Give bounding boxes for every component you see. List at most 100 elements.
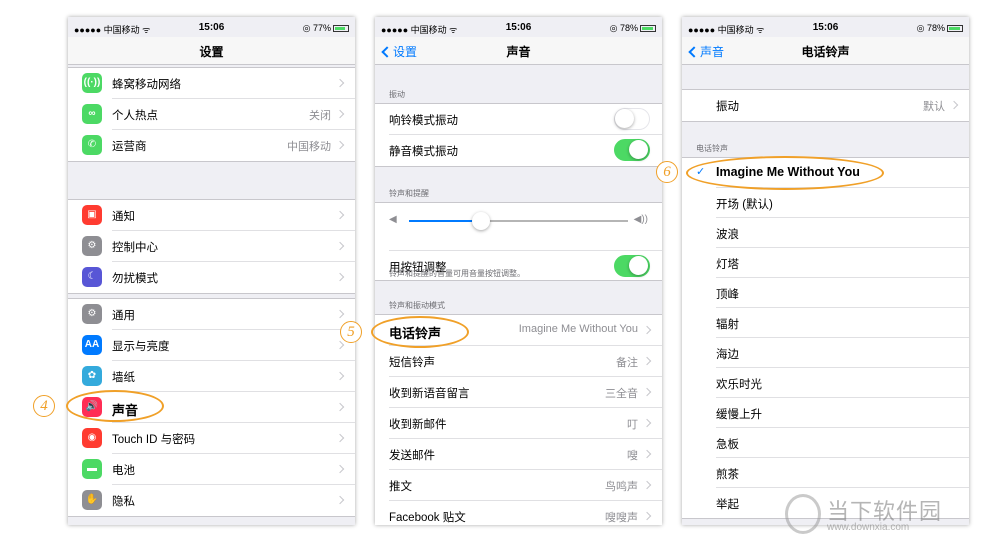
ringtone-item[interactable]: 辐射 xyxy=(716,308,969,338)
ringtone-item[interactable]: 波浪 xyxy=(716,218,969,248)
slider-track xyxy=(409,212,628,230)
antenna-icon: ((·)) xyxy=(82,73,102,93)
speaker-high-icon: ◀)) xyxy=(633,214,648,225)
vibrate-toggle-row[interactable]: 响铃模式振动 xyxy=(389,104,662,135)
row-label: Facebook 贴文 xyxy=(389,512,466,524)
ringtone-label: 顶峰 xyxy=(716,289,739,301)
settings-item[interactable]: ✿ 墙纸 xyxy=(82,361,355,392)
chevron-right-icon xyxy=(335,433,345,443)
sound-pattern-row[interactable]: 短信铃声 备注 xyxy=(389,346,662,377)
notification-icon: ▣ xyxy=(82,205,102,225)
ringtone-item[interactable]: 缓慢上升 xyxy=(716,398,969,428)
row-label: 勿扰模式 xyxy=(112,273,158,285)
sound-pattern-row[interactable]: 收到新邮件 叮 xyxy=(389,408,662,439)
chevron-right-icon xyxy=(335,495,345,505)
row-label: 墙纸 xyxy=(112,372,135,384)
battery-icon xyxy=(333,25,349,32)
status-bar: ●●●●● 中国移动 ᯤ 15:06 ◎ 78% xyxy=(682,17,969,37)
settings-item[interactable]: ☾ 勿扰模式 xyxy=(82,262,355,293)
settings-group-notifications: ▣ 通知 ⚙ 控制中心 ☾ 勿扰模式 xyxy=(68,199,355,294)
chevron-right-icon xyxy=(335,109,345,119)
chevron-right-icon xyxy=(335,464,345,474)
chevron-right-icon xyxy=(642,325,652,335)
toggle-switch[interactable] xyxy=(614,139,650,161)
sounds-screen: ●●●●● 中国移动 ᯤ 15:06 ◎ 78% 设置 声音 振动 响铃模式振动… xyxy=(375,17,662,525)
row-label: 隐私 xyxy=(112,496,135,508)
row-label: 控制中心 xyxy=(112,242,158,254)
page-title: 设置 xyxy=(199,45,224,59)
chevron-right-icon xyxy=(642,449,652,459)
row-label: 响铃模式振动 xyxy=(389,115,458,127)
chevron-right-icon xyxy=(335,241,345,251)
step-marker-6: 6 xyxy=(656,161,678,183)
ringtone-item[interactable]: 海边 xyxy=(716,338,969,368)
ringtone-label: 海边 xyxy=(716,349,739,361)
settings-screen: ●●●●● 中国移动 ᯤ 15:06 ◎ 77% 设置 ((·)) 蜂窝移动网络 ∞… xyxy=(68,17,355,525)
settings-item[interactable]: ▣ 通知 xyxy=(82,200,355,231)
ringtone-list: ✓ Imagine Me Without You 开场 (默认) 波浪 灯塔 顶峰 辐射 海边… xyxy=(682,157,969,519)
chevron-right-icon xyxy=(642,356,652,366)
section-header-vibrate: 振动 xyxy=(389,90,405,99)
vibrate-toggle-row[interactable]: 静音模式振动 xyxy=(389,135,662,166)
chevron-right-icon xyxy=(335,309,345,319)
volume-footnote: 铃声和提醒的音量可用音量按钮调整。 xyxy=(389,269,525,278)
settings-item[interactable]: ∞ 个人热点 关闭 xyxy=(82,99,355,130)
row-value: 备注 xyxy=(616,357,638,369)
row-value: 默认 xyxy=(923,101,945,113)
hand-icon: ✋ xyxy=(82,490,102,510)
battery-icon xyxy=(640,25,656,32)
row-value: 鸟鸣声 xyxy=(605,481,638,493)
row-value: 嗖嗖声 xyxy=(605,512,638,524)
ringtone-item[interactable]: 煎茶 xyxy=(716,458,969,488)
ringtone-item[interactable]: 顶峰 xyxy=(716,278,969,308)
battery-icon: ▬ xyxy=(82,459,102,479)
sound-pattern-row[interactable]: 推文 鸟鸣声 xyxy=(389,470,662,501)
nav-bar: 设置 xyxy=(68,37,355,65)
row-value: 嗖 xyxy=(627,450,638,462)
slider-knob[interactable] xyxy=(472,212,491,230)
settings-item[interactable]: ✋ 隐私 xyxy=(82,485,355,516)
section-header-ringtones: 电话铃声 xyxy=(696,144,728,153)
chevron-right-icon xyxy=(335,340,345,350)
button-adjust-toggle[interactable] xyxy=(614,255,650,277)
section-header-ringer: 铃声和提醒 xyxy=(389,189,429,198)
battery-icon xyxy=(947,25,963,32)
settings-item[interactable]: ((·)) 蜂窝移动网络 xyxy=(82,68,355,99)
watermark-logo xyxy=(785,494,821,534)
sound-pattern-row[interactable]: Facebook 贴文 嗖嗖声 xyxy=(389,501,662,525)
settings-item[interactable]: ⚙ 通用 xyxy=(82,299,355,330)
row-label: 振动 xyxy=(716,101,739,113)
settings-item[interactable]: ◉ Touch ID 与密码 xyxy=(82,423,355,454)
battery-indicator: ◎ 78% xyxy=(610,23,656,34)
ringtone-item[interactable]: 急板 xyxy=(716,428,969,458)
highlight-oval-ringtone xyxy=(371,316,469,348)
display-icon: AA xyxy=(82,335,102,355)
settings-item[interactable]: ✆ 运营商 中国移动 xyxy=(82,130,355,161)
gear-icon: ⚙ xyxy=(82,304,102,324)
sound-pattern-row[interactable]: 发送邮件 嗖 xyxy=(389,439,662,470)
sound-pattern-row[interactable]: 收到新语音留言 三全音 xyxy=(389,377,662,408)
row-label: 显示与亮度 xyxy=(112,341,170,353)
settings-item[interactable]: ▬ 电池 xyxy=(82,454,355,485)
vibrate-row[interactable]: 振动 默认 xyxy=(716,90,969,121)
toggle-switch[interactable] xyxy=(614,108,650,130)
highlight-oval-sound xyxy=(66,390,164,422)
settings-item[interactable]: ⚙ 控制中心 xyxy=(82,231,355,262)
ringer-volume-slider[interactable]: ◀ ◀)) xyxy=(389,211,648,231)
ringtone-item[interactable]: 开场 (默认) xyxy=(716,188,969,218)
row-value: 叮 xyxy=(627,419,638,431)
watermark-url: www.downxia.com xyxy=(827,522,910,533)
row-label: 个人热点 xyxy=(112,110,158,122)
row-label: 电池 xyxy=(112,465,135,477)
chevron-right-icon xyxy=(335,272,345,282)
fingerprint-icon: ◉ xyxy=(82,428,102,448)
chevron-right-icon xyxy=(335,210,345,220)
ringtone-item[interactable]: 欢乐时光 xyxy=(716,368,969,398)
vibrate-group: 响铃模式振动静音模式振动 xyxy=(375,103,662,167)
ringtone-item[interactable]: 灯塔 xyxy=(716,248,969,278)
watermark: 当下软件园 www.downxia.com xyxy=(785,494,960,536)
status-bar: ●●●●● 中国移动 ᯤ 15:06 ◎ 77% xyxy=(68,17,355,37)
highlight-oval-selected-ringtone xyxy=(686,156,884,190)
settings-item[interactable]: AA 显示与亮度 xyxy=(82,330,355,361)
ringtone-label: 灯塔 xyxy=(716,259,739,271)
